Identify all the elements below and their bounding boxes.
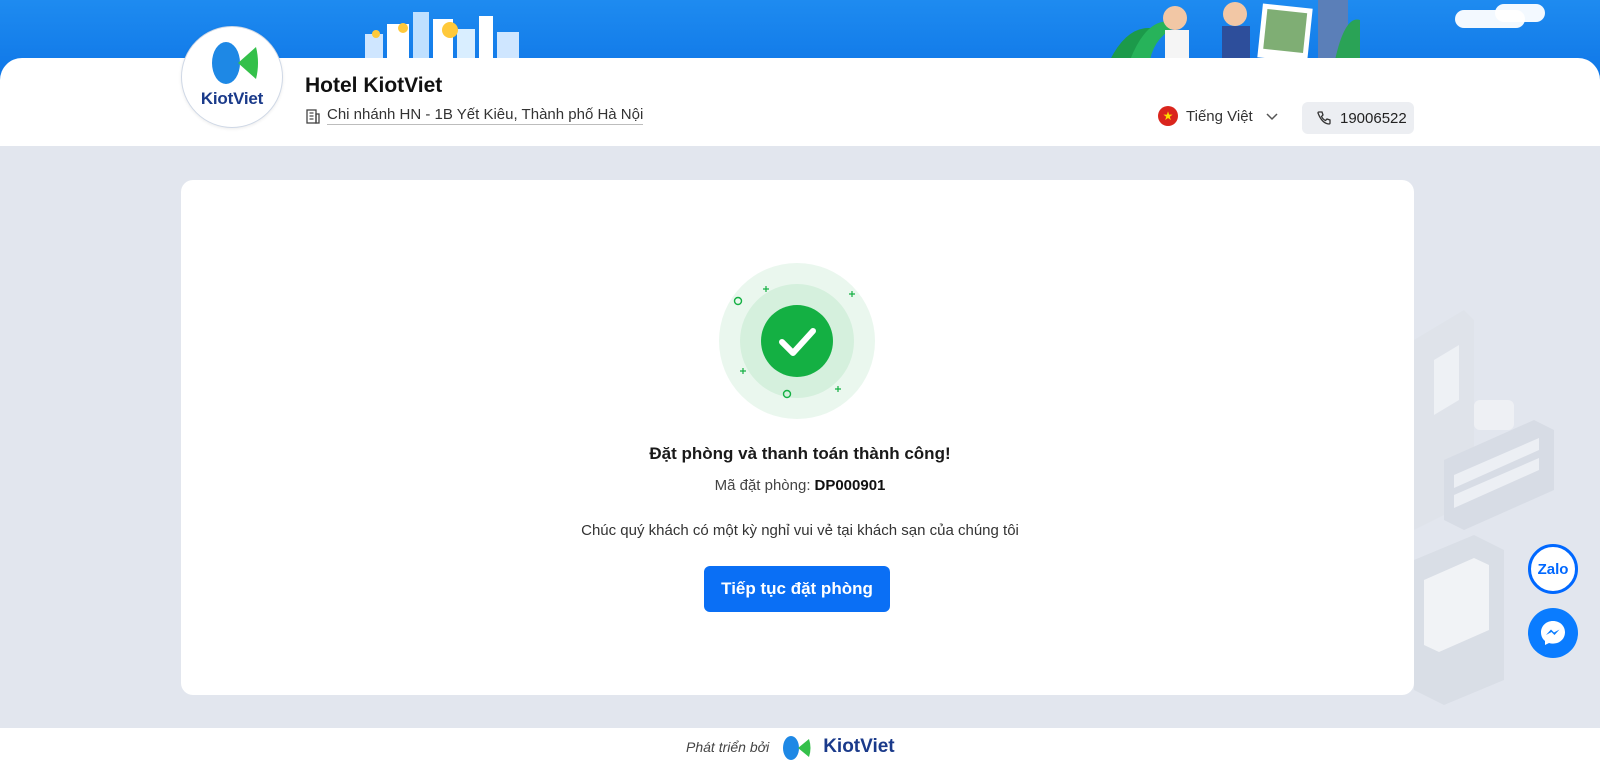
travel-illustration (1110, 0, 1360, 60)
developed-by-label: Phát triển bởi (686, 739, 770, 755)
success-title: Đặt phòng và thanh toán thành công! (649, 444, 951, 463)
check-circle-icon (719, 263, 875, 419)
footer-logo-text[interactable]: KiotViet (823, 736, 894, 758)
branch-label: Chi nhánh HN - 1B Yết Kiêu, Thành phố Hà… (327, 106, 644, 125)
branch-selector[interactable]: Chi nhánh HN - 1B Yết Kiêu, Thành phố Hà… (305, 106, 644, 125)
hotel-name: Hotel KiotViet (305, 74, 443, 97)
wish-message: Chúc quý khách có một kỳ nghỉ vui vẻ tại… (581, 522, 1019, 539)
brand-logo[interactable]: KiotViet (181, 26, 283, 128)
messenger-icon (1541, 621, 1565, 645)
brand-logo-text: KiotViet (200, 89, 264, 108)
flag-vn-icon: ★ (1158, 106, 1178, 126)
phone-icon (1317, 111, 1331, 125)
hotline-number: 19006522 (1340, 109, 1407, 127)
success-card (181, 180, 1414, 695)
footer: Phát triển bởi KiotViet (0, 728, 1600, 760)
room-decoration-illustration (1414, 310, 1554, 705)
continue-booking-button[interactable]: Tiếp tục đặt phòng (704, 566, 890, 612)
zalo-icon: Zalo (1537, 560, 1569, 578)
zalo-chat-button[interactable]: Zalo (1528, 544, 1578, 594)
kiotviet-logo-icon (212, 42, 258, 84)
hotline-button[interactable]: 19006522 (1302, 102, 1414, 134)
chevron-down-icon (1266, 113, 1278, 121)
building-icon (306, 108, 320, 124)
cloud-shape (1495, 4, 1545, 22)
messenger-chat-button[interactable] (1528, 608, 1578, 658)
booking-code: Mã đặt phòng: DP000901 (0, 477, 1600, 494)
booking-code-value: DP000901 (814, 477, 886, 494)
city-skyline-illustration (365, 12, 519, 64)
booking-code-label: Mã đặt phòng: (714, 477, 811, 494)
language-selector[interactable]: ★ Tiếng Việt (1158, 106, 1279, 126)
language-label: Tiếng Việt (1186, 107, 1253, 125)
kiotviet-logo-icon (783, 736, 811, 760)
footer-credit: Phát triển bởi KiotViet (686, 734, 895, 760)
